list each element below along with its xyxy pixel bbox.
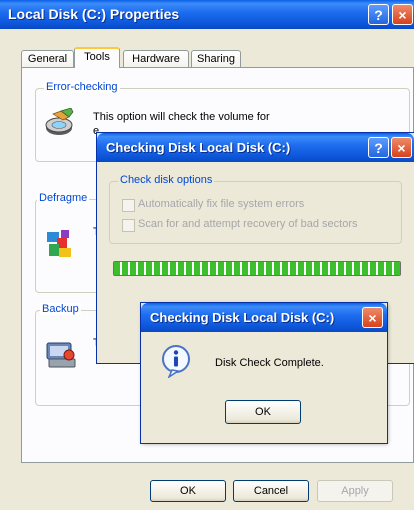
message-titlebar[interactable]: Checking Disk Local Disk (C:) × — [141, 303, 387, 332]
error-checking-text: This option will check the volume for — [93, 111, 270, 123]
info-icon — [160, 344, 194, 381]
tab-sharing[interactable]: Sharing — [191, 50, 241, 68]
scan-recover-label: Scan for and attempt recovery of bad sec… — [138, 218, 358, 230]
check-disk-titlebar[interactable]: Checking Disk Local Disk (C:) ? × — [97, 133, 414, 162]
message-text: Disk Check Complete. — [215, 357, 324, 369]
ok-button[interactable]: OK — [150, 480, 226, 502]
message-ok-button[interactable]: OK — [225, 400, 301, 424]
check-disk-options-group: Check disk options Automatically fix fil… — [109, 174, 402, 244]
auto-fix-checkbox[interactable] — [122, 199, 135, 212]
auto-fix-label: Automatically fix file system errors — [138, 198, 305, 210]
check-disk-help-button[interactable]: ? — [368, 137, 389, 158]
disk-check-icon — [43, 107, 77, 142]
message-close-button[interactable]: × — [362, 307, 383, 328]
tab-hardware[interactable]: Hardware — [123, 50, 189, 68]
help-button[interactable]: ? — [368, 4, 389, 25]
properties-title: Local Disk (C:) Properties — [8, 6, 180, 22]
backup-label: Backup — [40, 303, 81, 315]
tab-general[interactable]: General — [21, 50, 74, 68]
check-disk-progress-bar — [113, 261, 401, 276]
defrag-icon — [45, 228, 79, 262]
defrag-label: Defragme — [37, 192, 90, 204]
check-disk-title: Checking Disk Local Disk (C:) — [106, 140, 291, 155]
close-button[interactable]: × — [392, 4, 413, 25]
check-complete-message-box: Checking Disk Local Disk (C:) × Disk Che… — [141, 303, 387, 443]
backup-icon — [45, 339, 79, 373]
cancel-button[interactable]: Cancel — [233, 480, 309, 502]
apply-button[interactable]: Apply — [317, 480, 393, 502]
check-disk-close-button[interactable]: × — [391, 137, 412, 158]
error-checking-label: Error-checking — [44, 81, 120, 93]
tab-tools[interactable]: Tools — [74, 47, 120, 68]
check-disk-options-label: Check disk options — [118, 174, 215, 186]
scan-recover-checkbox[interactable] — [122, 219, 135, 232]
message-title: Checking Disk Local Disk (C:) — [150, 310, 335, 325]
properties-titlebar[interactable]: Local Disk (C:) Properties ? × — [0, 0, 414, 29]
progress-fill — [114, 262, 400, 275]
